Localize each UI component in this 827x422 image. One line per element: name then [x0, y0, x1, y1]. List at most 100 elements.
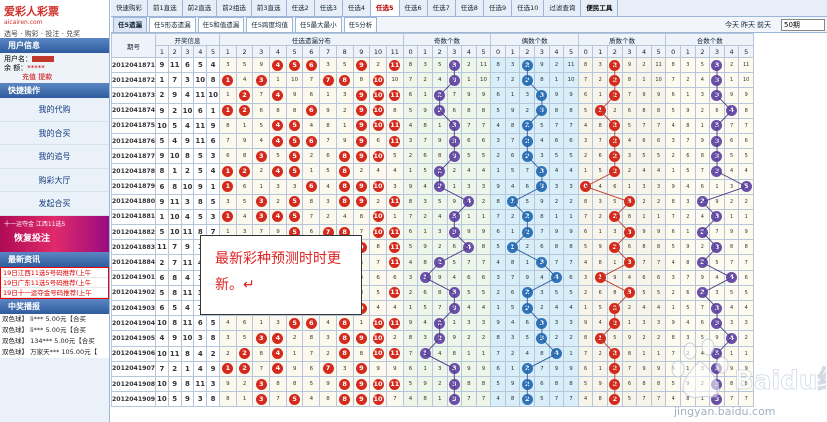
quick-item[interactable]: 发起合买: [0, 192, 109, 216]
analysis-tabs: 任5遗漏 任5形态遗漏 任5和值遗漏 任5跨度均值 任5最大最小 任5分析 今天 昨天 前天 5…: [111, 17, 827, 33]
trend-line-segment: [527, 277, 557, 294]
user-info: 用户名： 余 额：***** 充值 提款: [0, 53, 109, 83]
tab-16[interactable]: 便民工具: [581, 0, 619, 16]
winners-list: 双色球】 li*** 5.00元【合买 双色球】 li*** 5.00元【合买 双色…: [0, 313, 109, 358]
tab-2[interactable]: 前1直选: [148, 0, 183, 16]
trend-line-segment: [526, 307, 543, 324]
tab-4[interactable]: 前2组选: [217, 0, 252, 16]
main-panel: 快速购彩 前1直选 前2直选 前2组选 前3直选 任选2 任选3 任选4 任选5 任选6 任选7 任选…: [111, 0, 827, 422]
trend-line-segment: [526, 155, 543, 172]
annotation-callout: 最新彩种预测时时更新。↵: [200, 235, 362, 315]
trend-line-segment: [453, 201, 470, 218]
trend-line-segment: [541, 262, 557, 279]
winner-item[interactable]: 双色球】 li*** 5.00元【合买: [0, 314, 109, 325]
tab-7[interactable]: 任选3: [315, 0, 343, 16]
trend-line-segment: [599, 95, 616, 112]
tab-1[interactable]: 快速购彩: [111, 0, 148, 16]
trend-line-segment: [614, 231, 630, 248]
news-item[interactable]: 19日广东11选5号码推荐(上午: [1, 278, 108, 288]
trend-line-segment: [614, 246, 630, 263]
tab-15[interactable]: 过滤查询: [544, 0, 582, 16]
quick-item[interactable]: 我的追号: [0, 145, 109, 169]
user-section-header: 用户信息: [0, 38, 109, 53]
quick-item[interactable]: 我的代购: [0, 98, 109, 122]
trend-line-segment: [716, 171, 747, 187]
trend-line-segment: [702, 201, 718, 218]
tab-11[interactable]: 任选7: [428, 0, 456, 16]
sub-tab-3[interactable]: 任5和值遗漏: [197, 17, 245, 32]
trend-line-segment: [614, 292, 630, 309]
winner-item[interactable]: 双色球】 134*** 5.00元【合买: [0, 336, 109, 347]
trend-line-segment: [439, 186, 470, 203]
trend-lines: [424, 65, 747, 400]
quick-date-link[interactable]: 今天: [725, 21, 739, 29]
quick-section-header: 快捷操作: [0, 83, 109, 98]
quick-item[interactable]: 购彩大厅: [0, 169, 109, 192]
trend-line-segment: [453, 231, 470, 248]
winner-item[interactable]: 双色球】 万家天*** 105.00元【: [0, 347, 109, 358]
winner-item[interactable]: 双色球】 li*** 5.00元【合买: [0, 325, 109, 336]
trend-line-segment: [716, 338, 732, 355]
trend-line-segment: [702, 186, 747, 203]
quick-item[interactable]: 我的合买: [0, 122, 109, 145]
trend-line-segment: [439, 155, 455, 172]
tab-5[interactable]: 前3直选: [252, 0, 287, 16]
trend-line-segment: [614, 216, 630, 233]
trend-line-segment: [512, 186, 543, 203]
username-redacted: [32, 56, 54, 62]
tab-13[interactable]: 任选9: [484, 0, 513, 16]
trend-grid: 期号 开奖信息 任选遗漏分布 奇数个数 偶数个数 质数个数 合数个数 1 2 3 4 5 1 2 3 4 5 6 7…: [111, 33, 827, 422]
period-count-select[interactable]: 50期: [781, 19, 825, 31]
logo-slogan: 选号 · 购彩 · 投注 · 兑奖: [4, 30, 81, 38]
username-label: 用户名：: [4, 55, 32, 63]
trend-line-segment: [599, 338, 616, 355]
trend-line-segment: [599, 322, 616, 339]
balance-value: *****: [27, 64, 45, 72]
promo-banner[interactable]: 十一运夺金 江西11选5 恢复投注: [0, 215, 109, 252]
news-item[interactable]: 19日十一运夺金号码推荐(上午: [1, 288, 108, 298]
trend-line-segment: [439, 79, 455, 96]
trend-line-segment: [585, 186, 630, 203]
tab-10[interactable]: 任选6: [400, 0, 428, 16]
deposit-withdraw-links[interactable]: 充值 提款: [4, 73, 105, 82]
tab-12[interactable]: 任选8: [456, 0, 484, 16]
trend-line-segment: [439, 307, 455, 324]
tab-3[interactable]: 前2直选: [183, 0, 218, 16]
trend-line-segment: [599, 277, 630, 294]
sub-tab-6[interactable]: 任5分析: [343, 17, 378, 32]
sub-tab-2[interactable]: 任5形态遗漏: [149, 17, 196, 32]
sub-tab-5[interactable]: 任5最大最小: [294, 17, 342, 32]
tab-8[interactable]: 任选4: [343, 0, 371, 16]
logo-name: 爱彩人彩票: [4, 5, 59, 18]
quick-date-link[interactable]: 前天: [757, 21, 771, 29]
trend-line-segment: [702, 246, 718, 263]
play-type-tabs: 快速购彩 前1直选 前2直选 前2组选 前3直选 任选2 任选3 任选4 任选5 任选6 任选7 任选…: [111, 0, 827, 17]
trend-line-segment: [424, 353, 455, 370]
quick-menu: 我的代购 我的合买 我的追号 购彩大厅 发起合买: [0, 98, 109, 216]
balance-label: 余 额：: [4, 64, 28, 72]
trend-line-segment: [702, 231, 718, 248]
trend-line-segment: [424, 338, 441, 355]
tab-6[interactable]: 任选2: [287, 0, 315, 16]
site-logo[interactable]: 爱彩人彩票 aicairen.com 选号 · 购彩 · 投注 · 兑奖: [0, 0, 109, 38]
trend-line-segment: [439, 110, 455, 127]
sub-tab-4[interactable]: 任5跨度均值: [246, 17, 293, 32]
trend-line-segment: [526, 110, 543, 127]
sub-tab-1[interactable]: 任5遗漏: [113, 17, 148, 32]
app-window: 爱彩人彩票 aicairen.com 选号 · 购彩 · 投注 · 兑奖 用户信…: [0, 0, 827, 422]
trend-line-segment: [599, 262, 630, 279]
tab-9[interactable]: 任选5: [370, 0, 400, 16]
sidebar: 爱彩人彩票 aicairen.com 选号 · 购彩 · 投注 · 兑奖 用户信…: [0, 0, 110, 422]
quick-date-link[interactable]: 昨天: [741, 21, 755, 29]
tab-14[interactable]: 任选10: [512, 0, 545, 16]
trend-line-segment: [716, 95, 732, 112]
logo-domain: aicairen.com: [4, 19, 43, 26]
news-item[interactable]: 19日江西11选5号码推荐(上午: [1, 268, 108, 278]
trend-line-segment: [702, 262, 732, 279]
trend-line-segment: [702, 292, 718, 309]
quick-date-links: 今天 昨天 前天: [723, 17, 771, 33]
trend-line-segment: [585, 171, 616, 187]
trend-line-segment: [526, 79, 543, 96]
trend-line-segment: [541, 338, 557, 355]
trend-line-segment: [512, 246, 543, 263]
